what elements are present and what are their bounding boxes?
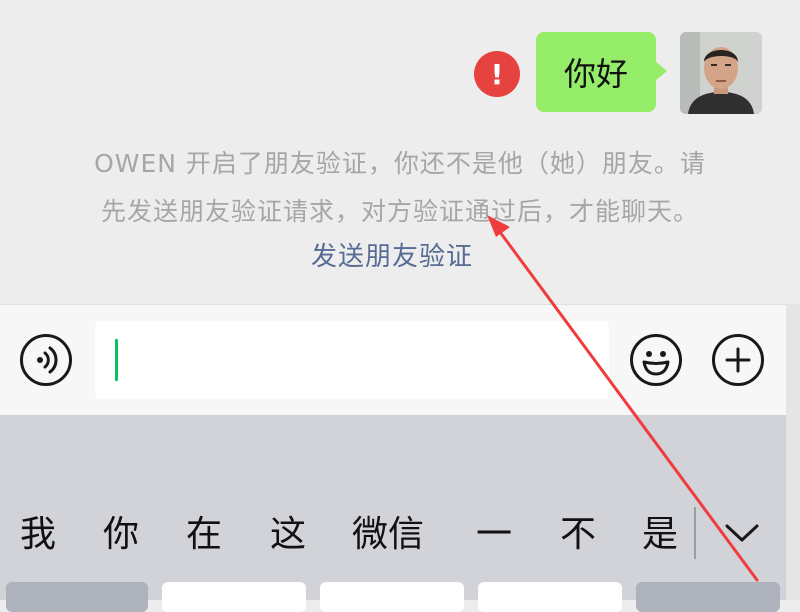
candidate-word[interactable]: 这: [270, 507, 306, 563]
keyboard-key[interactable]: [636, 582, 780, 612]
candidate-word[interactable]: 一: [476, 507, 512, 563]
screen-edge: [786, 304, 800, 600]
keyboard-key[interactable]: [478, 582, 622, 612]
keyboard-key[interactable]: [162, 582, 306, 612]
message-text: 你好: [563, 55, 628, 93]
candidate-word[interactable]: 我: [20, 507, 56, 563]
send-verification-link[interactable]: 发送朋友验证: [0, 236, 784, 273]
message-input[interactable]: [95, 321, 609, 399]
bubble-tail: [655, 61, 667, 81]
candidate-word[interactable]: 在: [186, 507, 222, 563]
candidate-bar: 我 你 在 这 微信 一 不 是: [0, 507, 786, 563]
candidate-word[interactable]: 是: [642, 507, 678, 563]
notice-line: 先发送朋友验证请求，对方验证通过后，才能聊天。: [100, 197, 699, 226]
voice-icon[interactable]: [20, 334, 72, 386]
text-caret: [115, 339, 118, 381]
input-bar: [0, 304, 786, 416]
avatar[interactable]: [680, 32, 762, 114]
chat-area: ! 你好 OWEN 开启了朋友验证，你还不是他（她）朋友。请 先发送朋友验证请求…: [0, 0, 800, 304]
emoji-icon[interactable]: [630, 334, 682, 386]
avatar-image: [680, 32, 762, 114]
message-bubble[interactable]: 你好: [536, 32, 656, 112]
chevron-down-icon[interactable]: [718, 511, 766, 555]
candidate-word[interactable]: 微信: [352, 507, 424, 563]
candidate-word[interactable]: 不: [560, 507, 596, 563]
candidate-word[interactable]: 你: [103, 507, 139, 563]
plus-icon[interactable]: [712, 334, 764, 386]
keyboard-key[interactable]: [6, 582, 148, 612]
keyboard-key[interactable]: [320, 582, 464, 612]
send-failed-icon[interactable]: !: [474, 51, 520, 97]
candidate-divider: [694, 507, 696, 559]
verification-notice: OWEN 开启了朋友验证，你还不是他（她）朋友。请 先发送朋友验证请求，对方验证…: [50, 140, 750, 236]
keyboard: 我 你 在 这 微信 一 不 是: [0, 415, 786, 612]
notice-line: OWEN 开启了朋友验证，你还不是他（她）朋友。请: [94, 149, 706, 178]
